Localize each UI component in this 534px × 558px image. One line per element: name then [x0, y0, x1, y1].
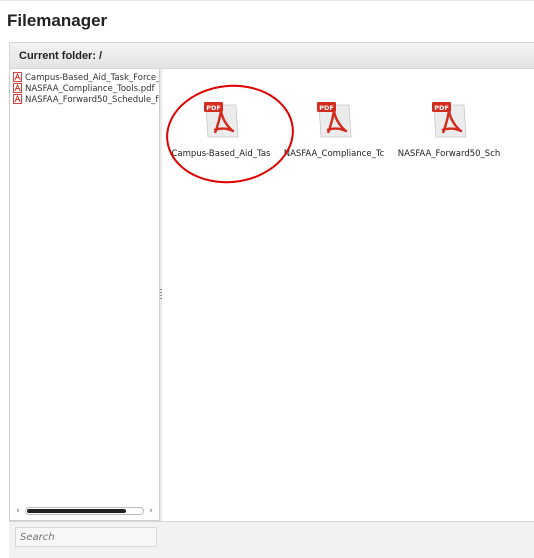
horizontal-scrollbar[interactable]: ‹ ›: [13, 506, 156, 516]
tree-item-label: NASFAA_Forward50_Schedule_final.pdf: [25, 95, 159, 105]
pdf-icon: [13, 72, 22, 82]
file-item[interactable]: PDF NASFAA_Forward50_Sch: [392, 99, 506, 159]
scroll-left-arrow[interactable]: ‹: [13, 506, 23, 516]
svg-text:PDF: PDF: [319, 104, 334, 112]
file-item-label: NASFAA_Forward50_Sch: [397, 149, 501, 159]
search-input[interactable]: [15, 527, 157, 547]
pdf-icon: PDF: [317, 102, 352, 138]
current-folder-label: Current folder: /: [19, 50, 103, 62]
pdf-icon: [13, 83, 22, 93]
pdf-icon: [13, 94, 22, 104]
filemanager-window: Filemanager Current folder: / Campus-Bas…: [0, 0, 534, 558]
svg-text:PDF: PDF: [434, 104, 449, 112]
title-bar: Filemanager: [0, 11, 534, 41]
scrollbar-thumb[interactable]: [27, 509, 126, 513]
file-item-label: NASFAA_Compliance_Tc: [283, 149, 385, 159]
scroll-right-arrow[interactable]: ›: [146, 506, 156, 516]
window-title: Filemanager: [7, 11, 108, 30]
file-tree-panel[interactable]: Campus-Based_Aid_Task_Force_Final_Report…: [9, 69, 160, 521]
pdf-icon: PDF: [432, 102, 467, 138]
bottom-bar: [9, 521, 534, 558]
tree-item[interactable]: NASFAA_Forward50_Schedule_final.pdf: [13, 94, 159, 106]
file-item[interactable]: PDF NASFAA_Compliance_Tc: [277, 99, 391, 159]
current-folder-bar: Current folder: /: [9, 42, 534, 69]
